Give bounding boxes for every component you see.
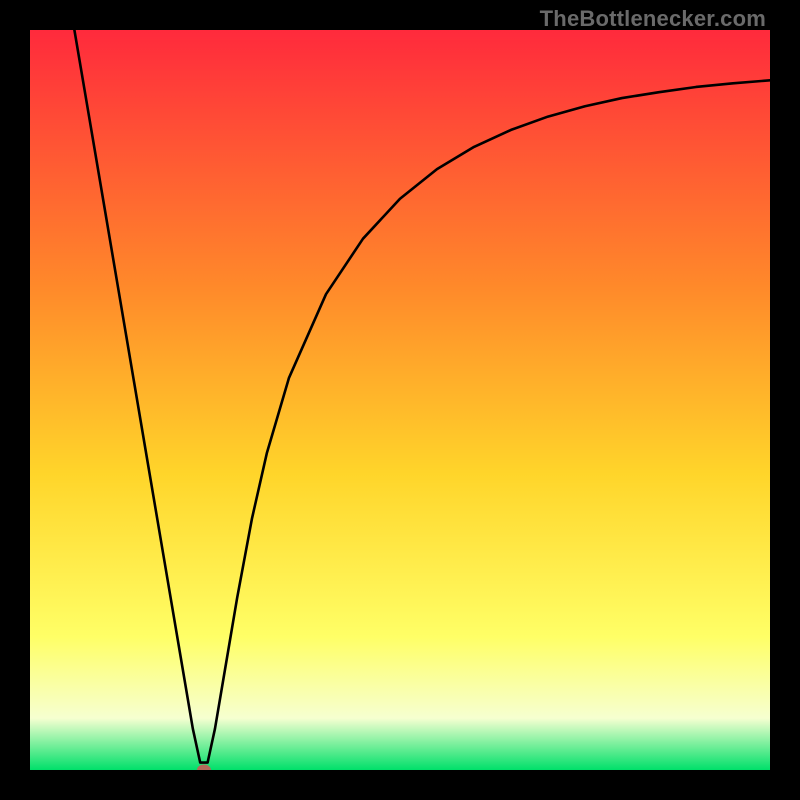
chart-background <box>30 30 770 770</box>
chart-frame <box>30 30 770 770</box>
watermark-text: TheBottlenecker.com <box>540 6 766 32</box>
chart-canvas <box>30 30 770 770</box>
